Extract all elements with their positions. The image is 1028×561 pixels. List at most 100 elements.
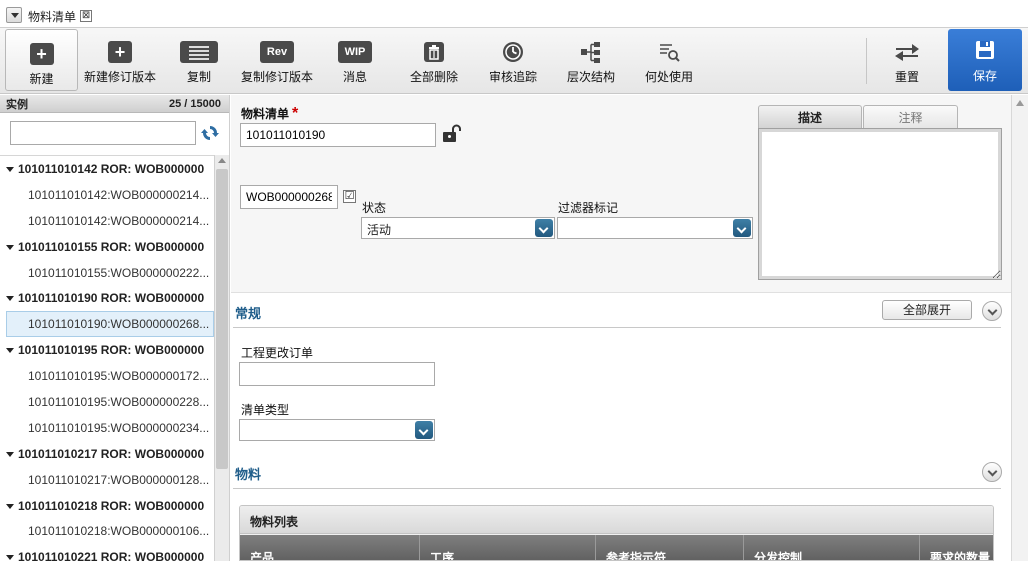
new-button-label: 新建: [29, 72, 54, 86]
bom-label: 物料清单 *: [241, 105, 298, 123]
tab-notes[interactable]: 注释: [863, 105, 958, 129]
materials-collapse-chevron-icon[interactable]: [982, 462, 1002, 482]
scroll-thumb[interactable]: [216, 169, 228, 469]
tree-group-row[interactable]: 101011010195 ROR: WOB000000: [0, 337, 214, 363]
tree-item-row[interactable]: 101011010142:WOB000000214...: [0, 208, 214, 234]
filter-flag-label: 过滤器标记: [558, 201, 619, 215]
where-used-label: 何处使用: [644, 70, 693, 84]
new-button[interactable]: + 新建: [5, 29, 78, 91]
status-select[interactable]: 活动: [361, 217, 555, 239]
expand-all-button[interactable]: 全部展开: [882, 300, 972, 320]
column-header-operation[interactable]: 工序: [420, 535, 596, 560]
hierarchy-button[interactable]: 层次结构: [562, 28, 620, 90]
tree-group-row[interactable]: 101011010155 ROR: WOB000000: [0, 234, 214, 260]
wip-icon: WIP: [337, 41, 373, 63]
tree-item-row[interactable]: 101011010155:WOB000000222...: [0, 260, 214, 286]
message-button[interactable]: WIP 消息: [328, 28, 382, 90]
column-header-distribution-control[interactable]: 分发控制: [744, 535, 920, 560]
tab-bom-label: 物料清单: [28, 9, 77, 24]
tab-description[interactable]: 描述: [758, 105, 862, 129]
bom-type-select[interactable]: [239, 419, 435, 441]
chevron-down-icon[interactable]: [535, 219, 553, 237]
revision-checkbox[interactable]: ☑: [343, 190, 356, 203]
message-label: 消息: [342, 70, 367, 84]
column-header-reference-designator[interactable]: 参考指示符: [596, 535, 744, 560]
rev-icon: Rev: [259, 41, 295, 63]
bom-label-text: 物料清单: [241, 107, 290, 121]
copy-button-label: 复制: [186, 70, 211, 84]
materials-section-title: 物料: [235, 467, 262, 482]
unlock-icon[interactable]: [441, 124, 461, 144]
floppy-disk-icon: [976, 41, 994, 59]
tree-group-row[interactable]: 101011010218 ROR: WOB000000: [0, 493, 214, 519]
list-icon: [180, 41, 218, 63]
filter-flag-select[interactable]: [557, 217, 753, 239]
bom-header-section: 物料清单* ☑ 状态 活动 过滤器标记 描述 注释: [231, 95, 1011, 293]
new-revision-button[interactable]: + 新建修订版本: [82, 28, 158, 90]
tab-close-icon[interactable]: ⊠: [80, 10, 93, 22]
reset-button[interactable]: 重置: [878, 28, 936, 90]
clock-icon: [503, 42, 523, 62]
tree-group-row[interactable]: 101011010190 ROR: WOB000000: [0, 285, 214, 311]
required-mark: *: [292, 105, 299, 122]
materials-table-header: 产品 工序 参考指示符 分发控制 要求的数量: [240, 535, 993, 560]
where-used-button[interactable]: 何处使用: [640, 28, 698, 90]
tree-group-row[interactable]: 101011010142 ROR: WOB000000: [0, 156, 214, 182]
tab-bom[interactable]: 物料清单 ⊠: [28, 5, 93, 27]
save-button[interactable]: 保存: [948, 29, 1022, 91]
eco-input[interactable]: [239, 362, 435, 386]
trash-icon: [424, 42, 444, 62]
copy-button[interactable]: 复制: [170, 28, 228, 90]
tree-group-row[interactable]: 101011010221 ROR: WOB000000: [0, 544, 214, 561]
tree-item-row[interactable]: 101011010142:WOB000000214...: [0, 182, 214, 208]
tree-item-row[interactable]: 101011010217:WOB000000128...: [0, 467, 214, 493]
description-textarea[interactable]: [758, 128, 1002, 280]
toolbar: + 新建 + 新建修订版本 复制 Rev 复制修订版本 WIP 消息 全部删除 …: [0, 28, 1028, 94]
document-tab-strip: 物料清单 ⊠: [0, 0, 1028, 28]
tree-item-row[interactable]: 101011010195:WOB000000234...: [0, 415, 214, 441]
copy-revision-button[interactable]: Rev 复制修订版本: [238, 28, 316, 90]
tree-item-row[interactable]: 101011010195:WOB000000172...: [0, 363, 214, 389]
copy-revision-label: 复制修订版本: [240, 70, 313, 84]
bom-type-label: 清单类型: [241, 403, 290, 417]
tree-item-row[interactable]: 101011010195:WOB000000228...: [0, 389, 214, 415]
column-header-product[interactable]: 产品: [240, 535, 420, 560]
swap-arrows-icon: [895, 44, 919, 61]
tree-item-row[interactable]: 101011010190:WOB000000268...: [6, 311, 214, 338]
toolbar-separator: [866, 38, 867, 84]
bom-form: 物料清单* ☑ 状态 活动 过滤器标记 描述 注释 常规 全部展开 工程更改订单: [231, 95, 1028, 561]
plus-icon: +: [29, 43, 54, 65]
plus-icon: +: [108, 41, 132, 63]
delete-all-button[interactable]: 全部删除: [405, 28, 463, 90]
save-label: 保存: [972, 69, 997, 83]
instance-search-input[interactable]: [10, 121, 196, 145]
chevron-down-icon[interactable]: [733, 219, 751, 237]
refresh-icon[interactable]: [200, 123, 220, 143]
audit-trail-button[interactable]: 审核追踪: [484, 28, 542, 90]
tree-item-row[interactable]: 101011010218:WOB000000106...: [0, 518, 214, 544]
scroll-up-arrow-icon[interactable]: [1016, 100, 1024, 106]
reset-label: 重置: [894, 70, 919, 84]
instance-panel-title: 实例: [6, 98, 28, 111]
status-label: 状态: [362, 201, 387, 215]
general-collapse-chevron-icon[interactable]: [982, 301, 1002, 321]
new-revision-label: 新建修订版本: [83, 70, 156, 84]
materials-list-panel: 物料列表 产品 工序 参考指示符 分发控制 要求的数量: [239, 505, 994, 561]
status-select-value: 活动: [367, 223, 392, 237]
main-scrollbar[interactable]: [1011, 95, 1028, 561]
chevron-down-icon[interactable]: [415, 421, 433, 439]
delete-all-label: 全部删除: [409, 70, 458, 84]
audit-trail-label: 审核追踪: [488, 70, 537, 84]
scroll-up-arrow-icon[interactable]: [218, 158, 226, 163]
tree-group-row[interactable]: 101011010217 ROR: WOB000000: [0, 441, 214, 467]
tab-menu-dropdown[interactable]: [6, 7, 22, 23]
search-list-icon: [660, 44, 680, 62]
column-header-required-qty[interactable]: 要求的数量: [920, 535, 993, 560]
revision-input[interactable]: [240, 185, 338, 209]
instance-tree-scrollbar[interactable]: [214, 155, 229, 561]
hierarchy-label: 层次结构: [566, 70, 615, 84]
section-divider: [233, 327, 1001, 328]
hierarchy-icon: [581, 42, 600, 63]
instance-count: 25 / 15000: [169, 97, 221, 110]
bom-number-input[interactable]: [240, 123, 436, 147]
